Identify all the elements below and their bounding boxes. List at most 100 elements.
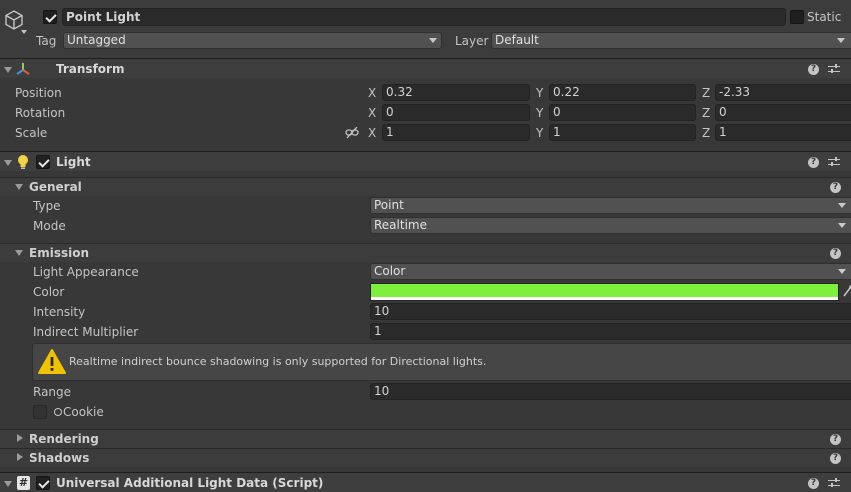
z-axis-label: Z <box>702 106 711 120</box>
general-title: General <box>29 180 82 194</box>
urp-title: Universal Additional Light Data (Script) <box>56 476 324 490</box>
warning-icon <box>38 348 66 376</box>
static-checkbox[interactable] <box>790 10 804 24</box>
icon-dropdown-arrow[interactable] <box>21 30 27 34</box>
tag-label: Tag <box>36 34 57 48</box>
transform-title: Transform <box>56 62 125 76</box>
layer-label: Layer <box>455 34 489 48</box>
rotation-y-field[interactable]: 0 <box>549 104 696 121</box>
rendering-section-header[interactable]: Rendering ? <box>0 429 851 448</box>
presets-sliders-icon[interactable] <box>828 478 840 488</box>
scale-label: Scale <box>15 126 48 140</box>
gameobject-name-field[interactable]: Point Light <box>62 8 786 26</box>
chevron-down-icon <box>837 38 845 43</box>
transform-header[interactable]: Transform ? <box>0 58 851 78</box>
light-header[interactable]: Light ? <box>0 151 851 171</box>
active-checkbox[interactable] <box>43 10 57 24</box>
light-appearance-value: Color <box>374 264 406 278</box>
constrain-proportions-icon[interactable] <box>345 126 359 139</box>
chevron-down-icon <box>838 203 846 208</box>
shadows-title: Shadows <box>29 451 90 465</box>
y-axis-label: Y <box>536 86 544 100</box>
position-y-field[interactable]: 0.22 <box>549 84 696 101</box>
help-icon[interactable]: ? <box>830 434 841 445</box>
chevron-down-icon <box>429 38 437 43</box>
color-label: Color <box>33 285 65 299</box>
light-enabled-checkbox[interactable] <box>36 155 50 169</box>
foldout-arrow[interactable] <box>17 434 23 442</box>
layer-dropdown[interactable]: Default <box>491 32 851 49</box>
rotation-x-field[interactable]: 0 <box>382 104 530 121</box>
light-appearance-dropdown[interactable]: Color <box>370 263 851 280</box>
rendering-title: Rendering <box>29 432 99 446</box>
cookie-object-icon <box>54 408 62 416</box>
shadows-section-header[interactable]: Shadows ? <box>0 448 851 467</box>
urp-enabled-checkbox[interactable] <box>36 476 50 490</box>
emission-section-header[interactable]: Emission ? <box>0 243 851 262</box>
chevron-down-icon <box>838 269 846 274</box>
warning-text: Realtime indirect bounce shadowing is on… <box>69 355 487 368</box>
presets-sliders-icon[interactable] <box>828 64 840 74</box>
light-appearance-label: Light Appearance <box>33 265 139 279</box>
intensity-label: Intensity <box>33 305 86 319</box>
scale-x-field[interactable]: 1 <box>382 124 530 141</box>
chevron-down-icon <box>838 223 846 228</box>
script-hash-icon: # <box>17 476 30 490</box>
light-title: Light <box>56 155 91 169</box>
tag-value: Untagged <box>67 33 126 47</box>
general-section-header[interactable]: General ? <box>0 177 851 196</box>
x-axis-label: X <box>368 126 377 140</box>
y-axis-label: Y <box>536 126 544 140</box>
foldout-arrow[interactable] <box>4 481 12 487</box>
layer-value: Default <box>495 33 539 47</box>
y-axis-label: Y <box>536 106 544 120</box>
x-axis-label: X <box>368 106 377 120</box>
lightbulb-icon <box>17 154 29 170</box>
eyedropper-icon[interactable] <box>843 285 851 297</box>
mode-value: Realtime <box>374 218 427 232</box>
indirect-multiplier-label: Indirect Multiplier <box>33 325 139 339</box>
type-dropdown[interactable]: Point <box>370 197 851 214</box>
foldout-arrow[interactable] <box>4 67 12 73</box>
gameobject-header: Point Light Static Tag Untagged Layer De… <box>0 0 851 58</box>
cookie-checkbox[interactable] <box>33 405 47 419</box>
mode-label: Mode <box>33 219 66 233</box>
scale-z-field[interactable]: 1 <box>715 124 851 141</box>
foldout-arrow[interactable] <box>15 184 23 190</box>
warning-box: Realtime indirect bounce shadowing is on… <box>32 343 851 381</box>
help-icon[interactable]: ? <box>830 182 841 193</box>
transform-axes-icon <box>16 62 30 76</box>
rotation-z-field[interactable]: 0 <box>715 104 851 121</box>
color-fill <box>371 284 838 297</box>
mode-dropdown[interactable]: Realtime <box>370 217 851 234</box>
range-label: Range <box>33 385 72 399</box>
foldout-arrow[interactable] <box>15 250 23 256</box>
color-swatch[interactable] <box>370 283 839 301</box>
help-icon[interactable]: ? <box>808 478 819 489</box>
rotation-label: Rotation <box>15 106 66 120</box>
help-icon[interactable]: ? <box>808 64 819 75</box>
position-z-field[interactable]: -2.33 <box>715 84 851 101</box>
x-axis-label: X <box>368 86 377 100</box>
presets-sliders-icon[interactable] <box>828 157 840 167</box>
scale-y-field[interactable]: 1 <box>549 124 696 141</box>
type-label: Type <box>33 199 61 213</box>
z-axis-label: Z <box>702 86 711 100</box>
cube-icon <box>3 9 25 31</box>
z-axis-label: Z <box>702 126 711 140</box>
urp-light-data-header[interactable]: # Universal Additional Light Data (Scrip… <box>0 472 851 492</box>
position-label: Position <box>15 86 62 100</box>
indirect-multiplier-field[interactable]: 1 <box>370 323 851 340</box>
position-x-field[interactable]: 0.32 <box>382 84 530 101</box>
static-label: Static <box>807 10 842 24</box>
foldout-arrow[interactable] <box>17 453 23 461</box>
help-icon[interactable]: ? <box>830 248 841 259</box>
help-icon[interactable]: ? <box>808 157 819 168</box>
help-icon[interactable]: ? <box>830 453 841 464</box>
foldout-arrow[interactable] <box>4 160 12 166</box>
intensity-field[interactable]: 10 <box>370 303 851 320</box>
type-value: Point <box>374 198 404 212</box>
range-field[interactable]: 10 <box>370 383 851 400</box>
cookie-label: Cookie <box>63 405 104 419</box>
tag-dropdown[interactable]: Untagged <box>63 32 442 49</box>
